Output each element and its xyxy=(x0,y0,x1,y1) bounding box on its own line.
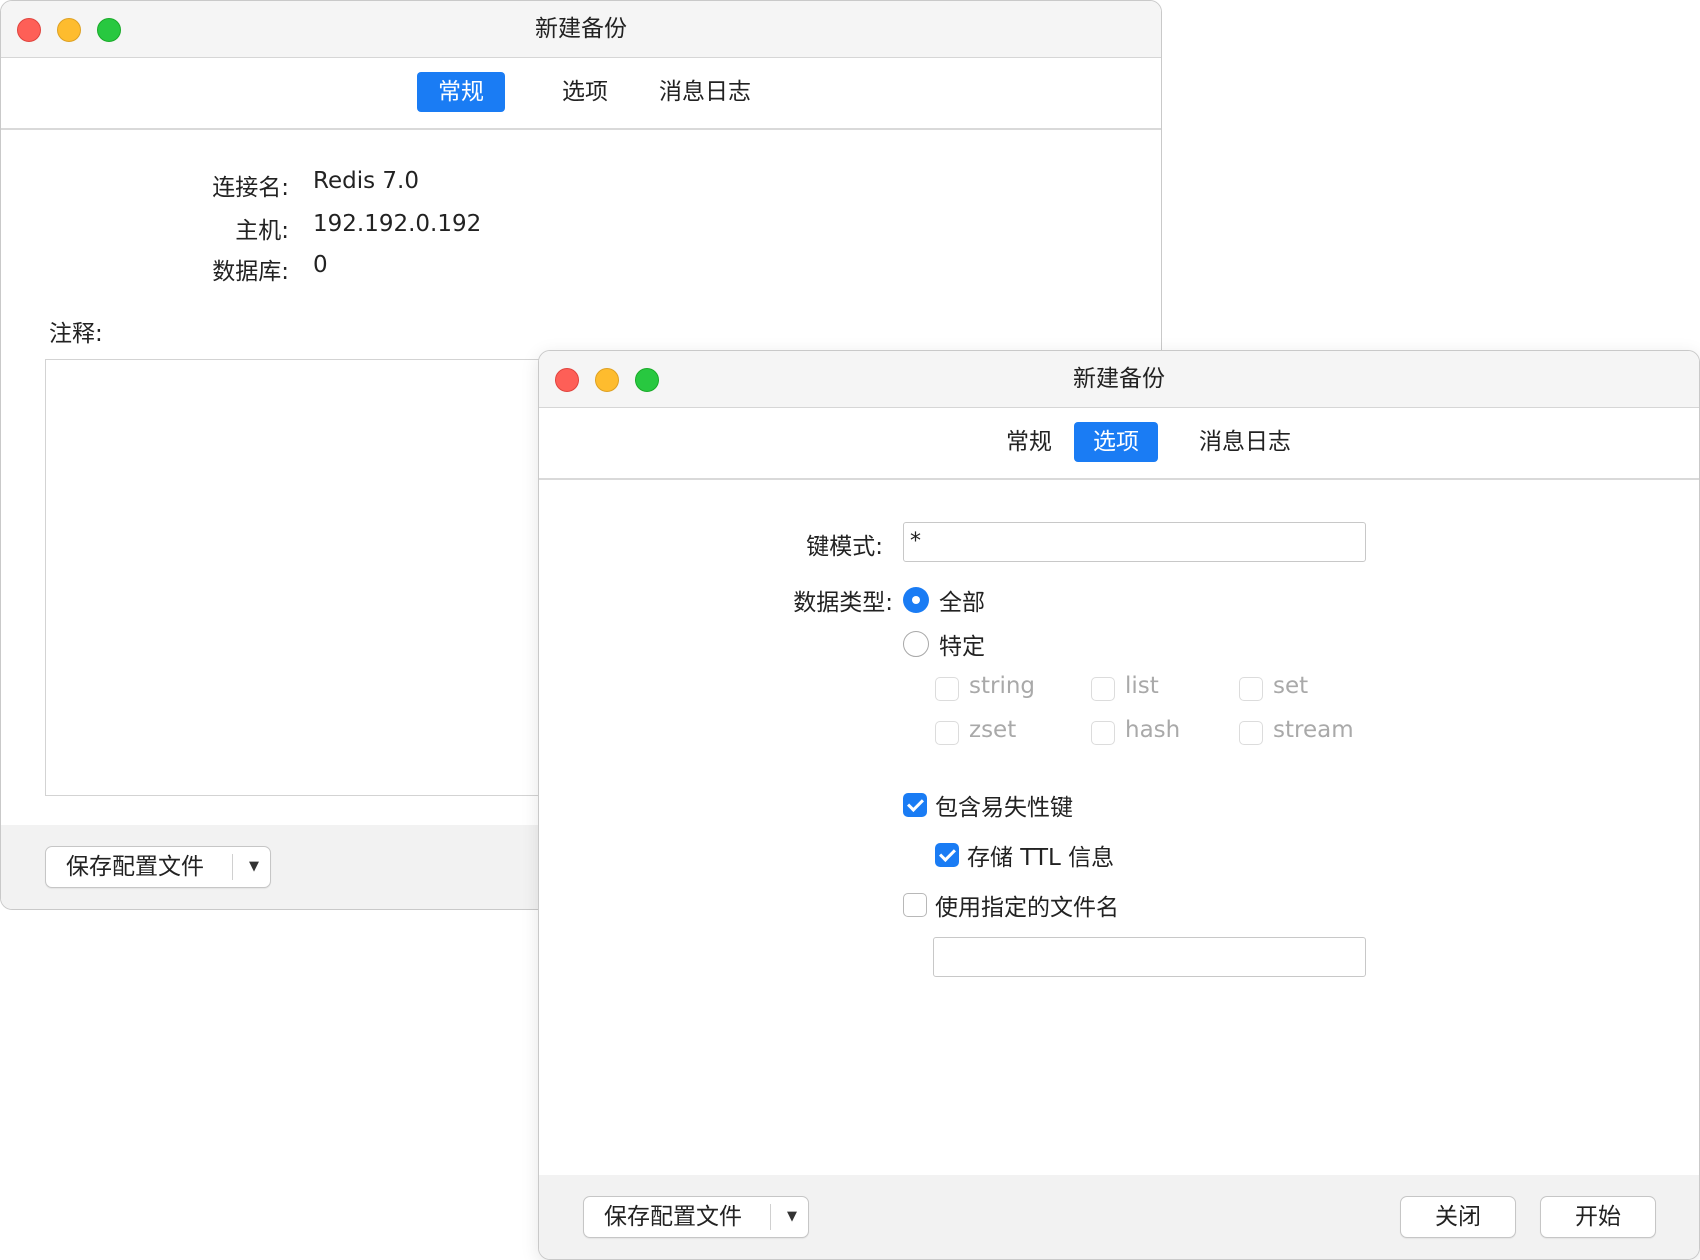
store-ttl-checkbox[interactable] xyxy=(935,843,959,867)
type-hash-label: hash xyxy=(1125,717,1181,743)
type-set-checkbox[interactable] xyxy=(1239,677,1263,701)
store-ttl-label: 存储 TTL 信息 xyxy=(967,845,1115,871)
dropdown-arrow-icon[interactable]: ▼ xyxy=(241,847,267,887)
database-value: 0 xyxy=(313,252,328,278)
radio-specific-label: 特定 xyxy=(939,634,985,660)
title-bar: 新建备份 xyxy=(539,351,1699,408)
include-volatile-label: 包含易失性键 xyxy=(935,795,1073,821)
backup-window-options: 新建备份 常规 选项 消息日志 键模式: * 数据类型: 全部 特定 strin… xyxy=(538,350,1700,1260)
type-list-label: list xyxy=(1125,673,1159,699)
type-list-checkbox[interactable] xyxy=(1091,677,1115,701)
use-filename-label: 使用指定的文件名 xyxy=(935,895,1119,921)
key-pattern-input[interactable]: * xyxy=(903,522,1366,562)
host-label: 主机: xyxy=(235,218,289,244)
tab-general[interactable]: 常规 xyxy=(417,72,505,112)
close-window-icon[interactable] xyxy=(17,18,41,42)
filename-input[interactable] xyxy=(933,937,1366,977)
tab-options[interactable]: 选项 xyxy=(541,72,629,112)
close-button[interactable]: 关闭 xyxy=(1400,1196,1516,1238)
tab-general[interactable]: 常规 xyxy=(985,422,1073,462)
minimize-window-icon[interactable] xyxy=(57,18,81,42)
split-divider xyxy=(232,854,233,880)
database-label: 数据库: xyxy=(212,259,289,285)
connection-name-value: Redis 7.0 xyxy=(313,168,419,194)
data-type-label: 数据类型: xyxy=(793,590,893,616)
zoom-window-icon[interactable] xyxy=(97,18,121,42)
dropdown-arrow-icon[interactable]: ▼ xyxy=(779,1197,805,1237)
tab-bar: 常规 选项 消息日志 xyxy=(1,58,1161,130)
minimize-window-icon[interactable] xyxy=(595,368,619,392)
type-set-label: set xyxy=(1273,673,1309,699)
tab-bar: 常规 选项 消息日志 xyxy=(539,408,1699,480)
radio-all[interactable] xyxy=(903,587,929,613)
type-zset-label: zset xyxy=(969,717,1017,743)
save-profile-label: 保存配置文件 xyxy=(66,854,204,880)
window-title: 新建备份 xyxy=(1073,366,1165,392)
save-profile-button[interactable]: 保存配置文件 ▼ xyxy=(583,1196,809,1238)
notes-label: 注释: xyxy=(49,321,103,347)
type-stream-checkbox[interactable] xyxy=(1239,721,1263,745)
save-profile-label: 保存配置文件 xyxy=(604,1204,742,1230)
close-window-icon[interactable] xyxy=(555,368,579,392)
start-button[interactable]: 开始 xyxy=(1540,1196,1656,1238)
key-pattern-label: 键模式: xyxy=(806,534,883,560)
include-volatile-checkbox[interactable] xyxy=(903,793,927,817)
window-title: 新建备份 xyxy=(535,16,627,42)
type-string-label: string xyxy=(969,673,1036,699)
footer-bar: 保存配置文件 ▼ 关闭 开始 xyxy=(539,1175,1699,1259)
connection-name-label: 连接名: xyxy=(212,175,289,201)
tab-message-log[interactable]: 消息日志 xyxy=(1193,422,1297,462)
zoom-window-icon[interactable] xyxy=(635,368,659,392)
use-filename-checkbox[interactable] xyxy=(903,893,927,917)
tab-message-log[interactable]: 消息日志 xyxy=(653,72,757,112)
host-value: 192.192.0.192 xyxy=(313,211,482,237)
save-profile-button[interactable]: 保存配置文件 ▼ xyxy=(45,846,271,888)
radio-all-label: 全部 xyxy=(939,590,985,616)
type-stream-label: stream xyxy=(1273,717,1354,743)
type-zset-checkbox[interactable] xyxy=(935,721,959,745)
title-bar: 新建备份 xyxy=(1,1,1161,58)
type-hash-checkbox[interactable] xyxy=(1091,721,1115,745)
tab-options[interactable]: 选项 xyxy=(1074,422,1158,462)
split-divider xyxy=(770,1204,771,1230)
type-string-checkbox[interactable] xyxy=(935,677,959,701)
radio-specific[interactable] xyxy=(903,631,929,657)
